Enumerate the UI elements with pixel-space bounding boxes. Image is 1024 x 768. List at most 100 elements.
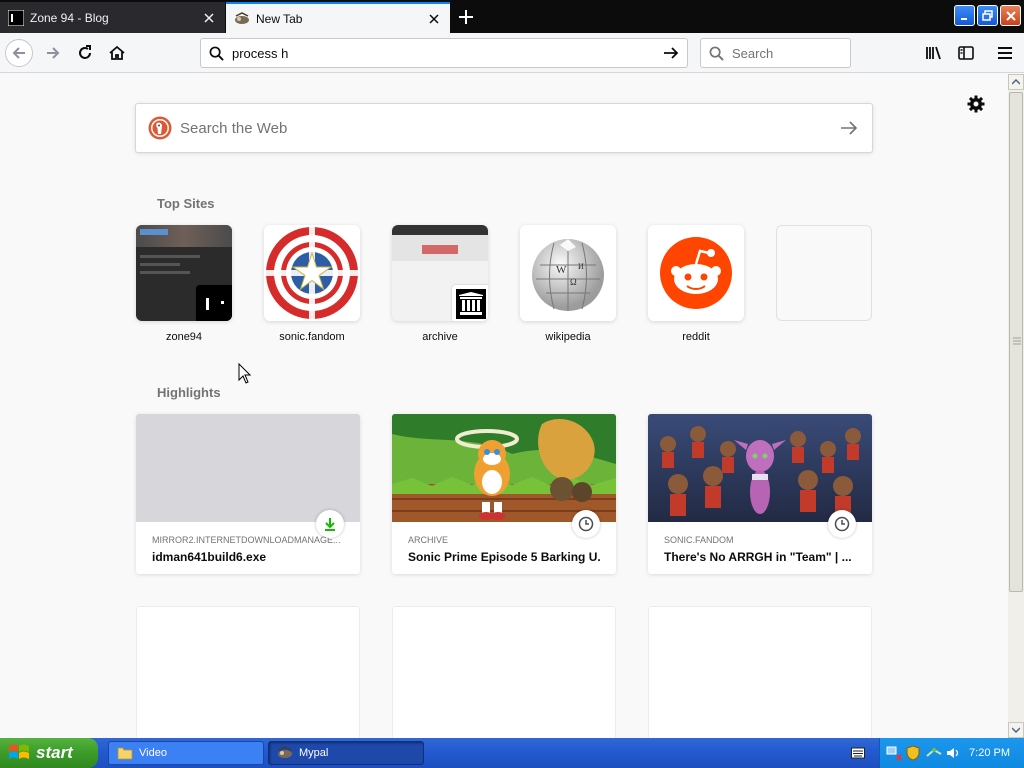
security-shield-icon[interactable]: [906, 745, 920, 761]
tab-strip: Zone 94 - Blog New Tab: [0, 0, 1024, 33]
highlight-card-download[interactable]: MIRROR2.INTERNETDOWNLOADMANAGE... idman6…: [136, 414, 360, 574]
sidebar-icon: [958, 46, 974, 60]
close-tab-icon[interactable]: [426, 11, 442, 27]
scrollbar-thumb[interactable]: [1009, 92, 1023, 592]
forward-button[interactable]: [39, 39, 67, 67]
terminal-favicon-icon: [8, 9, 24, 26]
top-site-empty-slot[interactable]: [776, 225, 872, 331]
card-source: SONIC.FANDOM: [664, 535, 734, 545]
top-site-wikipedia[interactable]: W Ω И wikipedia: [520, 225, 616, 343]
site-thumbnail: [776, 225, 872, 321]
card-image: [392, 414, 616, 522]
card-title: There's No ARRGH in "Team" | ...: [664, 550, 852, 564]
reddit-logo-icon: [660, 237, 732, 309]
network-icon[interactable]: [886, 745, 902, 761]
clock-icon: [572, 510, 600, 538]
search-icon: [209, 46, 224, 61]
card-image: [136, 414, 360, 522]
card-source: ARCHIVE: [408, 535, 449, 545]
highlight-placeholder: [648, 606, 872, 738]
tab-title: Zone 94 - Blog: [30, 10, 109, 25]
scroll-up-arrow-icon[interactable]: [1008, 74, 1024, 90]
site-thumbnail: [136, 225, 232, 321]
highlight-placeholder: [136, 606, 360, 738]
connection-icon[interactable]: [926, 746, 942, 760]
close-tab-icon[interactable]: [201, 10, 217, 26]
robots-scene-image: [648, 414, 872, 522]
taskbar-item-mypal[interactable]: Mypal: [268, 741, 424, 765]
start-button[interactable]: start: [0, 738, 98, 768]
highlight-card-sonic-fandom[interactable]: SONIC.FANDOM There's No ARRGH in "Team" …: [648, 414, 872, 574]
task-label: Video: [139, 747, 167, 759]
highlight-placeholder: [392, 606, 616, 738]
web-search-input[interactable]: Search the Web: [180, 120, 840, 137]
site-label: archive: [422, 331, 458, 343]
star-shield-logo-icon: [266, 227, 358, 319]
keyboard-icon[interactable]: [851, 747, 865, 759]
tab-zone94-blog[interactable]: Zone 94 - Blog: [0, 2, 225, 33]
start-label: start: [36, 743, 73, 762]
svg-text:И: И: [578, 262, 584, 271]
search-icon: [709, 46, 724, 61]
duckduckgo-logo-icon: [148, 116, 172, 140]
top-site-reddit[interactable]: reddit: [648, 225, 744, 343]
site-label: reddit: [682, 331, 710, 343]
close-icon: [1005, 10, 1016, 21]
highlight-card-archive[interactable]: ARCHIVE Sonic Prime Episode 5 Barking U.…: [392, 414, 616, 574]
taskbar-item-video[interactable]: Video: [108, 741, 264, 765]
windows-taskbar: start Video Mypal 7:20 PM: [0, 738, 1024, 768]
taskbar-clock[interactable]: 7:20 PM: [969, 747, 1010, 759]
reload-icon: [79, 45, 91, 59]
svg-text:Ω: Ω: [570, 277, 577, 287]
minimize-icon: [960, 17, 967, 20]
reload-button[interactable]: [71, 39, 99, 67]
highlights-heading: Highlights: [157, 385, 221, 400]
tails-scene-image: [392, 414, 616, 522]
site-thumbnail: W Ω И: [520, 225, 616, 321]
submit-arrow-icon[interactable]: [840, 119, 858, 137]
hamburger-menu-icon: [998, 47, 1012, 59]
svg-text:W: W: [556, 264, 567, 276]
navigation-toolbar: process h Search: [0, 33, 1024, 73]
search-input[interactable]: Search: [732, 46, 773, 61]
vertical-scrollbar[interactable]: [1008, 74, 1024, 738]
minimize-window-button[interactable]: [954, 5, 975, 26]
home-icon: [109, 45, 125, 60]
wikipedia-globe-icon: W Ω И: [532, 239, 604, 311]
site-thumbnail: [264, 225, 360, 321]
top-site-sonic-fandom[interactable]: sonic.fandom: [264, 225, 360, 343]
top-site-archive[interactable]: archive: [392, 225, 488, 343]
gear-icon[interactable]: [966, 94, 986, 114]
web-search-box[interactable]: Search the Web: [135, 103, 873, 153]
search-bar[interactable]: Search: [700, 38, 851, 68]
restore-icon: [982, 10, 993, 21]
card-image: [648, 414, 872, 522]
tab-new-tab[interactable]: New Tab: [226, 2, 450, 33]
forward-arrow-icon: [47, 47, 60, 59]
plus-icon: [459, 10, 473, 24]
sidebar-toggle-button[interactable]: [952, 39, 980, 67]
url-input[interactable]: process h: [232, 46, 663, 61]
menu-button[interactable]: [991, 39, 1019, 67]
go-arrow-icon[interactable]: [663, 45, 679, 61]
site-label: wikipedia: [545, 331, 591, 343]
close-window-button[interactable]: [1000, 5, 1021, 26]
site-label: zone94: [165, 331, 203, 343]
url-bar[interactable]: process h: [200, 38, 688, 68]
scroll-down-arrow-icon[interactable]: [1008, 722, 1024, 738]
site-thumbnail: [648, 225, 744, 321]
site-label: sonic.fandom: [279, 331, 345, 343]
card-source: MIRROR2.INTERNETDOWNLOADMANAGE...: [152, 535, 341, 545]
volume-icon[interactable]: [946, 746, 960, 760]
mouse-cursor-icon: [238, 363, 252, 384]
card-title: Sonic Prime Episode 5 Barking U...: [408, 550, 600, 564]
home-button[interactable]: [103, 39, 131, 67]
new-tab-page: Search the Web Top Sites zone94 sonic.fa…: [0, 74, 1008, 738]
folder-icon: [117, 747, 133, 760]
back-button[interactable]: [5, 39, 33, 67]
tab-title: New Tab: [256, 11, 303, 26]
restore-window-button[interactable]: [977, 5, 998, 26]
library-button[interactable]: [920, 39, 948, 67]
new-tab-button[interactable]: [452, 4, 480, 30]
top-site-zone94[interactable]: zone94: [136, 225, 232, 343]
